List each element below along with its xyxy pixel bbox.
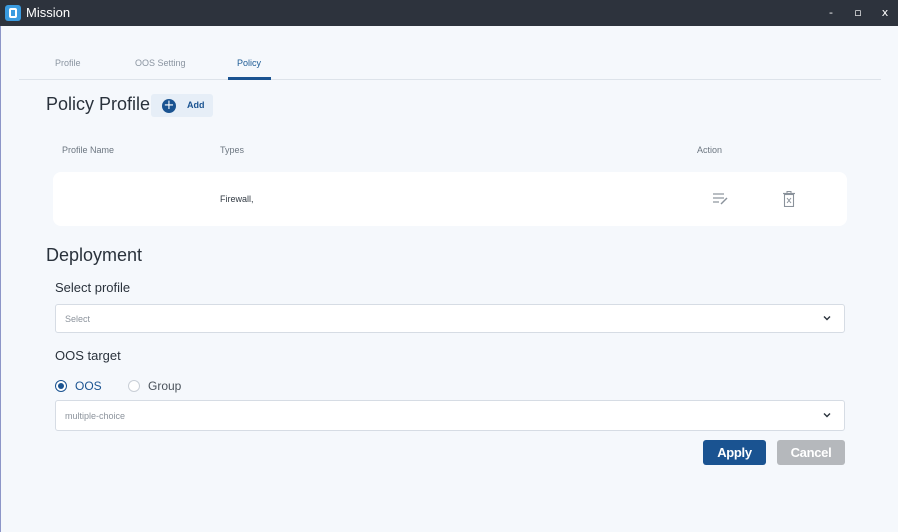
- profile-select[interactable]: Select: [55, 304, 845, 333]
- window-title: Mission: [26, 5, 71, 20]
- column-header-action: Action: [697, 145, 723, 155]
- title-bar: Mission - ▫ x: [0, 0, 898, 26]
- add-label: Add: [187, 100, 205, 110]
- tab-oos-setting[interactable]: OOS Setting: [135, 58, 186, 68]
- minimize-button[interactable]: -: [822, 4, 840, 22]
- oos-multi-select[interactable]: multiple-choice: [55, 400, 845, 431]
- tabs-divider: [19, 79, 881, 80]
- cancel-button[interactable]: Cancel: [777, 440, 845, 465]
- apply-button[interactable]: Apply: [703, 440, 766, 465]
- plus-circle-icon: +: [162, 98, 176, 113]
- chevron-down-icon: [823, 316, 831, 321]
- policy-profile-heading: Policy Profile: [46, 94, 151, 114]
- multi-select-placeholder: multiple-choice: [65, 411, 126, 421]
- close-button[interactable]: x: [876, 4, 894, 22]
- add-policy-button[interactable]: + Add: [151, 94, 213, 117]
- radio-oos[interactable]: [55, 380, 67, 392]
- deployment-heading: Deployment: [46, 245, 143, 265]
- radio-group-label[interactable]: Group: [148, 379, 181, 393]
- delete-icon[interactable]: [783, 191, 795, 207]
- window-border: [0, 26, 1, 532]
- radio-oos-label[interactable]: OOS: [75, 379, 102, 393]
- column-header-profile-name: Profile Name: [62, 145, 115, 155]
- select-placeholder: Select: [65, 314, 91, 324]
- table-row: Firewall,: [53, 172, 847, 226]
- types-cell: Firewall,: [220, 194, 254, 204]
- column-header-types: Types: [220, 145, 245, 155]
- radio-group[interactable]: [128, 380, 140, 392]
- maximize-button[interactable]: ▫: [849, 4, 867, 22]
- tab-policy[interactable]: Policy: [237, 58, 261, 68]
- tab-profile[interactable]: Profile: [55, 58, 81, 68]
- app-logo-icon: [5, 5, 21, 21]
- select-profile-label: Select profile: [55, 280, 131, 295]
- active-tab-indicator: [228, 77, 271, 80]
- chevron-down-icon: [823, 413, 831, 418]
- edit-icon[interactable]: [712, 192, 728, 206]
- oos-target-label: OOS target: [55, 348, 121, 363]
